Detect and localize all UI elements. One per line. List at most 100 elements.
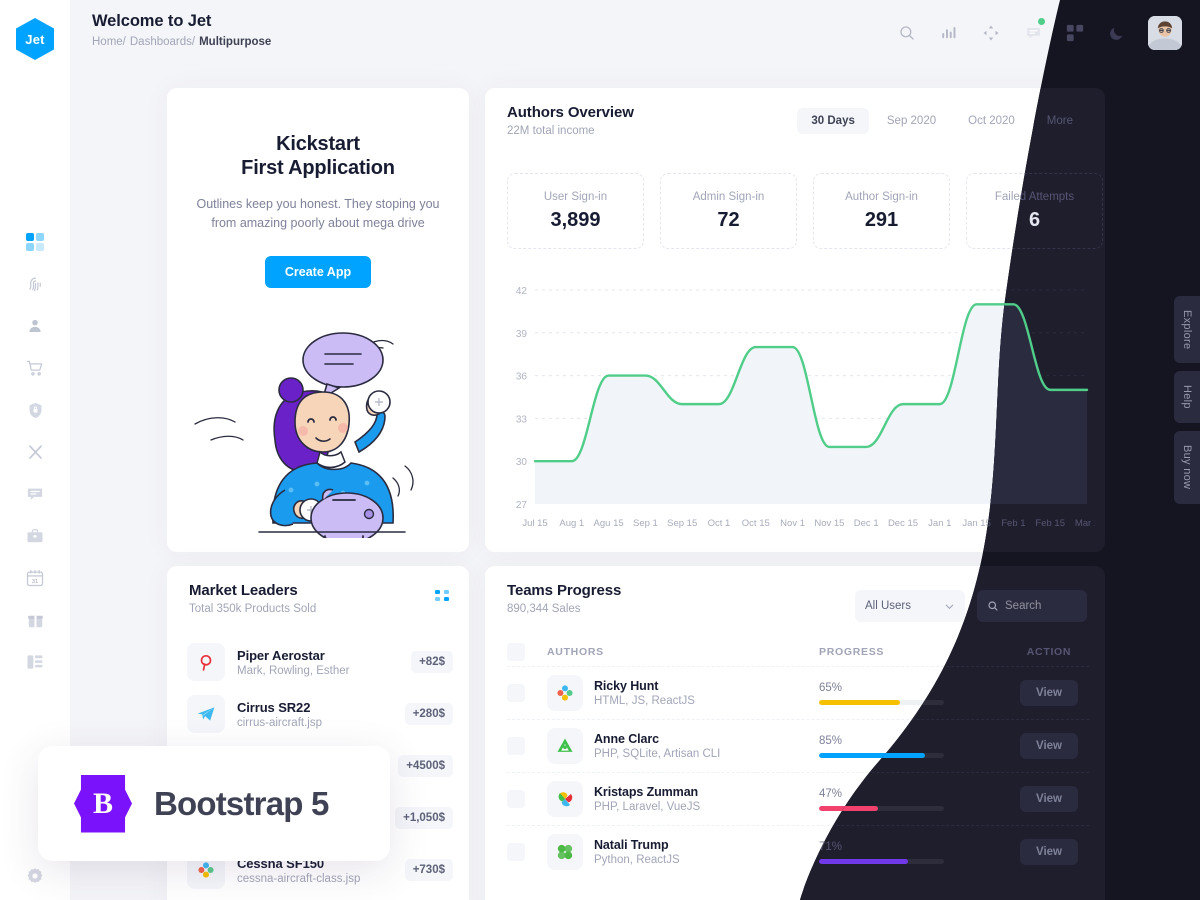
sidebar-item-fingerprint[interactable] — [17, 272, 53, 296]
tab-30-days[interactable]: 30 Days — [797, 108, 869, 134]
stat-value: 72 — [717, 208, 740, 231]
move-arrows-icon[interactable] — [980, 22, 1002, 44]
view-button[interactable]: View — [1020, 839, 1078, 865]
view-button[interactable]: View — [1020, 733, 1078, 759]
select-all-checkbox[interactable] — [507, 643, 525, 661]
svg-text:Feb 1: Feb 1 — [1001, 518, 1025, 529]
sidebar-item-gift[interactable] — [17, 608, 53, 632]
dots-grid-icon[interactable] — [435, 590, 451, 611]
list-item-desc: cessna-aircraft-class.jsp — [237, 872, 361, 885]
sidebar-item-calendar[interactable]: 31 — [17, 566, 53, 590]
sidebar-item-layout[interactable] — [17, 650, 53, 674]
sidebar-item-scissors[interactable] — [17, 440, 53, 464]
notification-dot — [1038, 18, 1045, 25]
table-header: AUTHORS PROGRESS ACTION — [507, 638, 1089, 666]
create-app-button[interactable]: Create App — [264, 255, 372, 288]
tab-sep-2020[interactable]: Sep 2020 — [873, 108, 950, 134]
sidebar-item-security[interactable] — [17, 398, 53, 422]
table-row[interactable]: Ricky Hunt HTML, JS, ReactJS 65% View — [507, 666, 1089, 719]
amount-badge: +1,050$ — [395, 807, 453, 829]
stat-failed-attempts: Failed Attempts 6 — [966, 173, 1103, 249]
list-item-text: Cirrus SR22 cirrus-aircraft.jsp — [237, 700, 405, 729]
list-item[interactable]: Piper Aerostar Mark, Rowling, Esther +82… — [187, 636, 453, 688]
progress-label: 65% — [819, 681, 843, 694]
list-item-title: Piper Aerostar — [237, 647, 325, 663]
progress-cell: 71% — [819, 841, 1009, 864]
header-actions — [896, 0, 1182, 66]
svg-text:30: 30 — [516, 457, 528, 468]
market-subtitle: Total 350k Products Sold — [189, 603, 317, 615]
progress-bar — [819, 699, 944, 705]
search-icon[interactable] — [896, 22, 918, 44]
column-action: ACTION — [1026, 646, 1072, 658]
column-progress: PROGRESS — [819, 646, 885, 658]
author-meta: Ricky Hunt HTML, JS, ReactJS — [594, 679, 695, 707]
rail-tab-help[interactable]: Help — [1174, 371, 1200, 424]
stat-value: 291 — [864, 208, 899, 231]
stat-label: Author Sign-in — [845, 190, 918, 203]
amount-badge: +82$ — [411, 651, 453, 673]
authors-header: Authors Overview 22M total income — [507, 104, 634, 137]
market-header: Market Leaders Total 350k Products Sold — [189, 582, 316, 615]
view-button[interactable]: View — [1020, 680, 1078, 706]
app-logo[interactable]: Jet — [16, 18, 54, 60]
grid-icon[interactable] — [1064, 22, 1086, 44]
action-cell: View — [1009, 786, 1089, 812]
avatar[interactable] — [1148, 16, 1182, 50]
market-title: Market Leaders — [189, 582, 298, 599]
bar-chart-icon[interactable] — [938, 22, 960, 44]
sidebar-item-user[interactable] — [17, 314, 53, 338]
list-item[interactable]: Cirrus SR22 cirrus-aircraft.jsp +280$ — [187, 688, 453, 740]
tab-oct-2020[interactable]: Oct 2020 — [954, 108, 1029, 134]
svg-text:Dec 15: Dec 15 — [888, 518, 918, 529]
breadcrumb-dashboards[interactable]: Dashboards/ — [130, 36, 195, 48]
row-checkbox[interactable] — [507, 737, 525, 755]
row-checkbox[interactable] — [507, 843, 525, 861]
rail-tab-explore[interactable]: Explore — [1174, 296, 1200, 364]
sidebar-nav: 31 — [17, 230, 53, 674]
user-filter-select[interactable]: All Users — [855, 590, 965, 622]
table-row[interactable]: Natali Trump Python, ReactJS 71% View — [507, 825, 1089, 878]
svg-text:33: 33 — [516, 414, 528, 425]
authors-tabs: 30 Days Sep 2020 Oct 2020 More — [797, 108, 1087, 134]
progress-label: 47% — [819, 787, 843, 800]
progress-bar — [819, 858, 944, 864]
stat-label: Admin Sign-in — [692, 190, 765, 203]
sidebar-item-briefcase[interactable] — [17, 524, 53, 548]
svg-text:31: 31 — [32, 579, 38, 585]
search-input[interactable]: Search — [977, 590, 1087, 622]
savings-illustration — [167, 318, 469, 544]
svg-text:Sep 1: Sep 1 — [633, 518, 658, 529]
sidebar-item-grid[interactable] — [17, 230, 53, 254]
author-meta: Kristaps Zumman PHP, Laravel, VueJS — [594, 785, 700, 813]
kickstart-card: Kickstart First Application Outlines kee… — [167, 88, 469, 552]
amount-badge: +730$ — [404, 859, 453, 881]
svg-text:Jan 1: Jan 1 — [928, 518, 951, 529]
pinterest-icon — [187, 643, 225, 681]
action-cell: View — [1009, 680, 1089, 706]
stat-label: Failed Attempts — [994, 190, 1075, 203]
table-row[interactable]: Kristaps Zumman PHP, Laravel, VueJS 47% … — [507, 772, 1089, 825]
chat-icon[interactable] — [1022, 18, 1045, 44]
stat-value: 3,899 — [550, 208, 601, 231]
svg-text:Agu 15: Agu 15 — [594, 518, 624, 529]
gear-icon[interactable] — [17, 864, 53, 888]
flower-color-icon — [547, 675, 583, 711]
row-checkbox[interactable] — [507, 790, 525, 808]
sidebar-item-chat[interactable] — [17, 482, 53, 506]
telegram-icon — [187, 695, 225, 733]
breadcrumb-current: Multipurpose — [199, 36, 272, 48]
row-checkbox[interactable] — [507, 684, 525, 702]
progress-cell: 65% — [819, 682, 1009, 705]
moon-icon[interactable] — [1106, 22, 1128, 44]
list-item-desc: Mark, Rowling, Esther — [237, 664, 350, 677]
sidebar-item-cart[interactable] — [17, 356, 53, 380]
author-name: Anne Clarc — [594, 732, 659, 746]
tab-more[interactable]: More — [1033, 108, 1087, 134]
table-row[interactable]: Anne Clarc PHP, SQLite, Artisan CLI 85% … — [507, 719, 1089, 772]
top-header: Welcome to Jet Home/ Dashboards/ Multipu… — [70, 0, 1200, 66]
clover-icon — [547, 834, 583, 870]
rail-tab-buy-now[interactable]: Buy now — [1174, 431, 1200, 504]
view-button[interactable]: View — [1020, 786, 1078, 812]
breadcrumb-home[interactable]: Home/ — [92, 36, 126, 48]
